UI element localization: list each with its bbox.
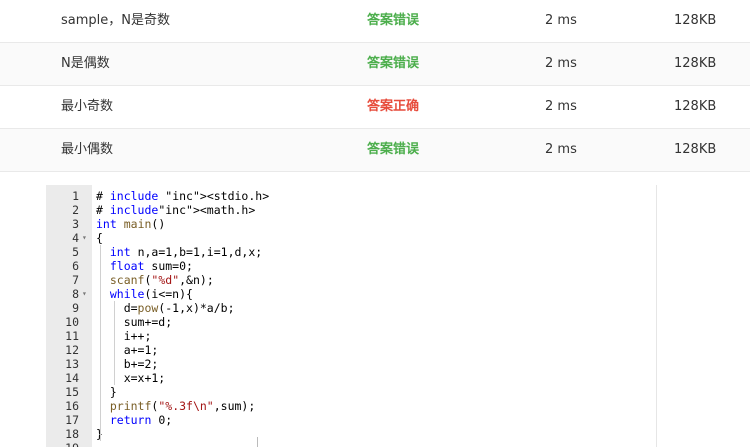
line-number: 9 (72, 301, 79, 315)
code-line: 18} (46, 427, 656, 441)
code-text: int n,a=1,b=1,i=1,d,x; (109, 245, 263, 259)
line-number: 19 (46, 441, 79, 447)
code-line: 11 i++; (46, 329, 656, 343)
code-line: 8 ▾ while(i<=n){ (46, 287, 656, 301)
code-line: 14 x=x+1; (46, 371, 656, 385)
line-number: 17 (65, 413, 79, 427)
time-used: 2 ms (545, 142, 577, 157)
line-number: 10 (65, 315, 79, 329)
result-row: N是偶数 答案错误 2 ms 128KB (0, 43, 750, 86)
code-text: x=x+1; (96, 371, 166, 385)
memory-used: 128KB (674, 56, 717, 71)
code-text: { (96, 231, 103, 245)
code-line: 6 float sum=0; (46, 259, 656, 273)
code-line: 2 # include"inc"><math.h> (46, 203, 656, 217)
line-number: 2 (72, 203, 79, 217)
line-number: 11 (65, 329, 79, 343)
status-badge: 答案错误 (367, 142, 420, 157)
time-used: 2 ms (545, 56, 577, 71)
status-badge: 答案错误 (367, 56, 420, 71)
code-line: 10 sum+=d; (46, 315, 656, 329)
line-number: 12 (65, 343, 79, 357)
test-case-name: 最小奇数 (61, 99, 114, 114)
indent-guide (100, 245, 101, 441)
status-badge: 答案正确 (367, 99, 420, 114)
code-editor[interactable]: 1 # include "inc"><stdio.h> 2 # include"inc… (46, 185, 657, 447)
result-row: sample，N是奇数 答案错误 2 ms 128KB (0, 0, 750, 43)
memory-used: 128KB (674, 142, 717, 157)
code-line: 16 printf("%.3f\n",sum); (46, 399, 656, 413)
code-line: 3 int main() (46, 217, 656, 231)
code-line: 19 (46, 441, 656, 447)
code-text: a+=1; (96, 343, 159, 357)
time-used: 2 ms (545, 99, 577, 114)
code-text: int main() (96, 217, 166, 231)
indent-guide (114, 301, 115, 385)
line-number: 7 (72, 273, 79, 287)
line-number: 14 (65, 371, 79, 385)
code-text: float sum=0; (109, 259, 193, 273)
code-line: 1 # include "inc"><stdio.h> (46, 189, 656, 203)
code-line: 9 d=pow(-1,x)*a/b; (46, 301, 656, 315)
code-text: while(i<=n){ (109, 287, 193, 301)
code-text: scanf("%d",&n); (109, 273, 214, 287)
code-text: printf("%.3f\n",sum); (109, 399, 256, 413)
test-result-table: sample，N是奇数 答案错误 2 ms 128KB N是偶数 答案错误 2 ms 128K… (0, 0, 750, 172)
code-text: # include"inc"><math.h> (96, 203, 256, 217)
line-number: 1 (72, 189, 79, 203)
code-text: d=pow(-1,x)*a/b; (96, 301, 235, 315)
code-line: 7 scanf("%d",&n); (46, 273, 656, 287)
scrollbar-indicator[interactable] (257, 437, 258, 447)
line-number: 6 (72, 259, 79, 273)
result-row: 最小偶数 答案错误 2 ms 128KB (0, 129, 750, 172)
test-case-name: 最小偶数 (61, 142, 114, 157)
code-text: i++; (96, 329, 152, 343)
line-number: 4 (72, 231, 79, 245)
line-number: 16 (65, 399, 79, 413)
code-text: return 0; (109, 413, 173, 427)
code-text: # include "inc"><stdio.h> (96, 189, 270, 203)
line-number: 8 (72, 287, 79, 301)
code-text: sum+=d; (96, 315, 173, 329)
line-number: 13 (65, 357, 79, 371)
code-text: b+=2; (96, 357, 159, 371)
code-line: 15 } (46, 385, 656, 399)
code-line: 17 return 0; (46, 413, 656, 427)
time-used: 2 ms (545, 13, 577, 28)
line-number: 18 (65, 427, 79, 441)
line-number: 15 (65, 385, 79, 399)
line-number: 3 (72, 217, 79, 231)
code-line: 13 b+=2; (46, 357, 656, 371)
memory-used: 128KB (674, 13, 717, 28)
fold-arrow-icon[interactable]: ▾ (82, 231, 87, 245)
status-badge: 答案错误 (367, 13, 420, 28)
code-line: 5 int n,a=1,b=1,i=1,d,x; (46, 245, 656, 259)
test-case-name: N是偶数 (61, 56, 110, 71)
line-number: 5 (72, 245, 79, 259)
fold-arrow-icon[interactable]: ▾ (82, 287, 87, 301)
result-row: 最小奇数 答案正确 2 ms 128KB (0, 86, 750, 129)
memory-used: 128KB (674, 99, 717, 114)
test-case-name: sample，N是奇数 (61, 13, 170, 28)
code-line: 4 ▾ { (46, 231, 656, 245)
code-line: 12 a+=1; (46, 343, 656, 357)
